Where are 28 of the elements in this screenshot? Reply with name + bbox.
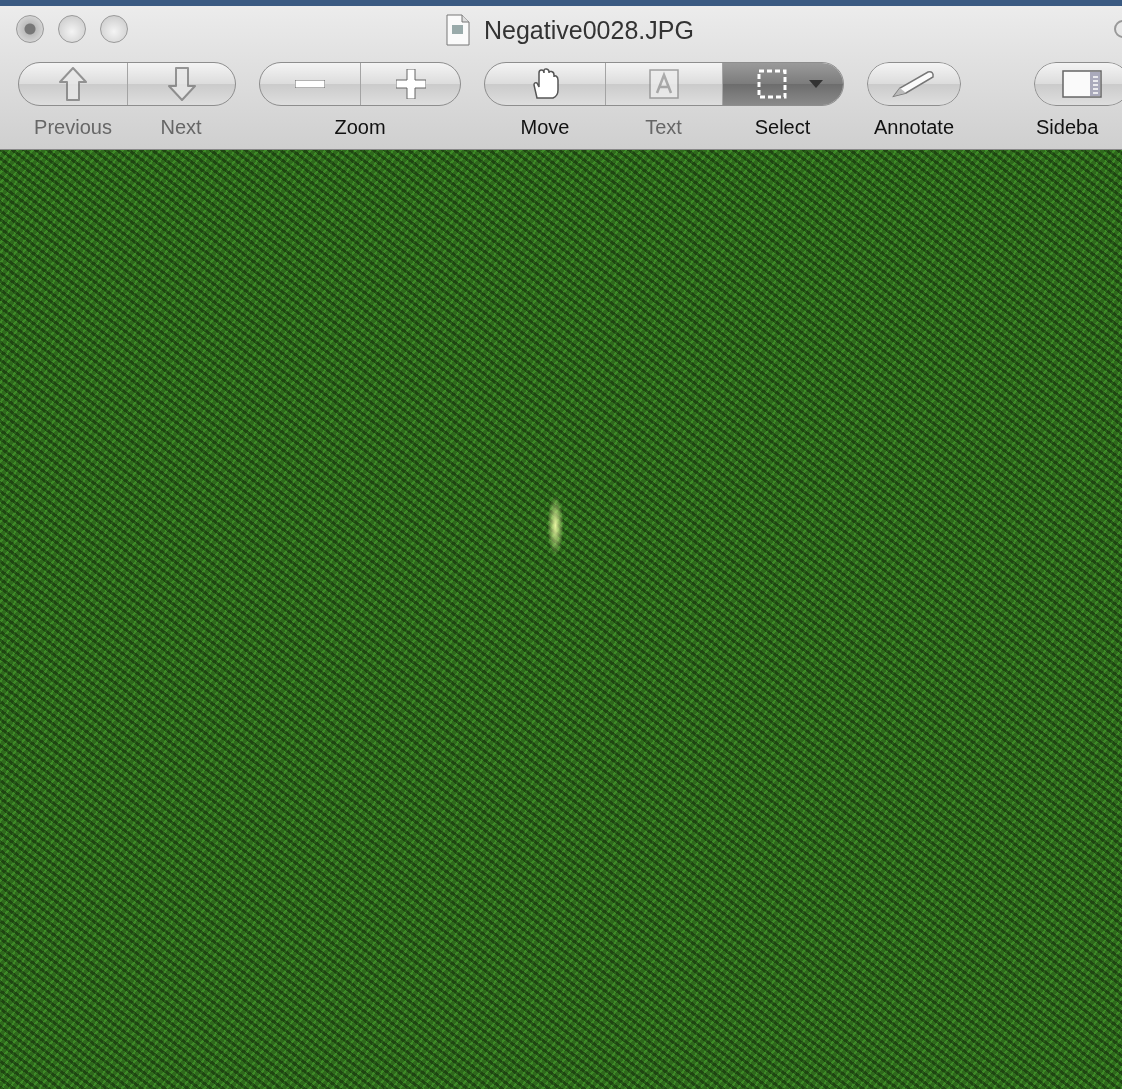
sidebar-button[interactable] (1034, 62, 1122, 106)
minus-icon (295, 80, 325, 88)
select-tool-button[interactable] (722, 63, 843, 105)
close-window-button[interactable] (16, 15, 44, 43)
toolbar-label: Previous (33, 116, 113, 139)
toolbar-label: Text (644, 116, 683, 139)
minimize-window-button[interactable] (58, 15, 86, 43)
text-tool-icon (649, 69, 679, 99)
pencil-icon (892, 70, 936, 98)
caret-icon (809, 80, 823, 88)
toolbar-label: Zoom (334, 116, 386, 139)
toolbar-label: Move (519, 116, 571, 139)
zoom-window-button[interactable] (100, 15, 128, 43)
down-arrow-icon (166, 66, 197, 102)
plus-icon (395, 69, 426, 99)
document-icon (446, 14, 470, 46)
sidebar-icon (1062, 70, 1102, 98)
toolbar-label: Sideba (1036, 116, 1099, 139)
up-arrow-icon (58, 66, 88, 102)
toolbar-label: Select (753, 116, 812, 139)
toolbar-label: Annotate (873, 116, 955, 139)
annotate-button[interactable] (867, 62, 961, 106)
dashed-square-icon (757, 69, 787, 99)
hand-icon (531, 68, 559, 100)
toolbar-label: Next (159, 116, 203, 139)
window-title: Negative0028.JPG (484, 15, 694, 45)
zoom-control[interactable] (259, 62, 461, 106)
tool-selector[interactable] (484, 62, 844, 106)
